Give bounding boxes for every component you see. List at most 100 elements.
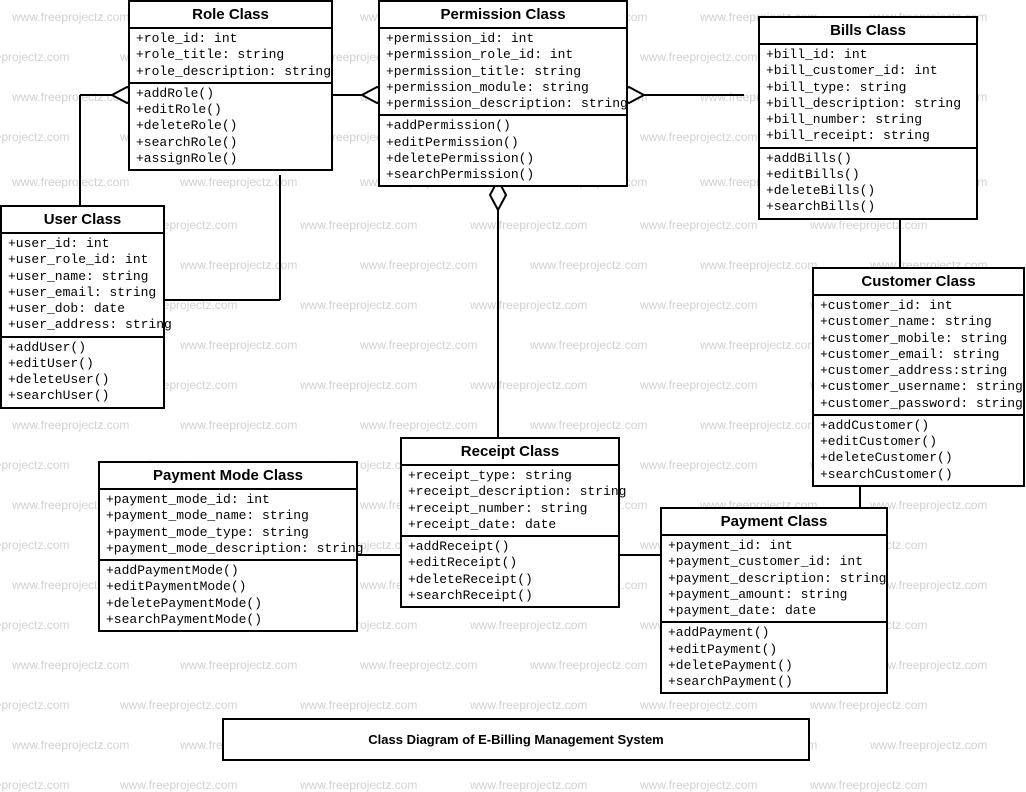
ops-section: +addPayment()+editPayment()+deletePaymen… (662, 623, 886, 692)
uml-class-permission: Permission Class +permission_id: int+per… (378, 0, 628, 187)
class-title: User Class (2, 207, 163, 234)
ops-section: +addBills()+editBills()+deleteBills()+se… (760, 149, 976, 218)
class-member: +customer_id: int (820, 298, 1017, 314)
ops-section: +addRole()+editRole()+deleteRole()+searc… (130, 84, 331, 169)
class-member: +deleteCustomer() (820, 450, 1017, 466)
class-member: +payment_mode_type: string (106, 525, 350, 541)
class-member: +role_description: string (136, 64, 325, 80)
class-member: +user_role_id: int (8, 252, 157, 268)
class-title: Receipt Class (402, 439, 618, 466)
class-member: +bill_number: string (766, 112, 970, 128)
class-member: +editRole() (136, 102, 325, 118)
attr-section: +payment_id: int+payment_customer_id: in… (662, 536, 886, 623)
ops-section: +addUser()+editUser()+deleteUser()+searc… (2, 338, 163, 407)
class-member: +addPermission() (386, 118, 620, 134)
class-member: +permission_id: int (386, 31, 620, 47)
class-member: +role_title: string (136, 47, 325, 63)
class-member: +receipt_description: string (408, 484, 612, 500)
class-member: +editPaymentMode() (106, 579, 350, 595)
uml-class-role: Role Class +role_id: int+role_title: str… (128, 0, 333, 171)
uml-class-payment: Payment Class +payment_id: int+payment_c… (660, 507, 888, 694)
class-member: +addReceipt() (408, 539, 612, 555)
class-member: +addPayment() (668, 625, 880, 641)
attr-section: +receipt_type: string+receipt_descriptio… (402, 466, 618, 537)
class-member: +permission_description: string (386, 96, 620, 112)
class-title: Customer Class (814, 269, 1023, 296)
class-title: Payment Class (662, 509, 886, 536)
class-member: +payment_id: int (668, 538, 880, 554)
class-member: +payment_mode_description: string (106, 541, 350, 557)
class-member: +customer_email: string (820, 347, 1017, 363)
class-member: +deleteBills() (766, 183, 970, 199)
class-member: +payment_description: string (668, 571, 880, 587)
class-member: +assignRole() (136, 151, 325, 167)
class-member: +customer_password: string (820, 396, 1017, 412)
class-member: +user_dob: date (8, 301, 157, 317)
class-title: Role Class (130, 2, 331, 29)
class-member: +permission_title: string (386, 64, 620, 80)
class-member: +payment_mode_name: string (106, 508, 350, 524)
class-member: +customer_username: string (820, 379, 1017, 395)
class-member: +receipt_type: string (408, 468, 612, 484)
class-member: +searchPermission() (386, 167, 620, 183)
ops-section: +addPaymentMode()+editPaymentMode()+dele… (100, 561, 356, 630)
class-member: +permission_role_id: int (386, 47, 620, 63)
attr-section: +user_id: int+user_role_id: int+user_nam… (2, 234, 163, 338)
class-member: +user_email: string (8, 285, 157, 301)
attr-section: +payment_mode_id: int+payment_mode_name:… (100, 490, 356, 561)
class-member: +searchPaymentMode() (106, 612, 350, 628)
class-member: +bill_receipt: string (766, 128, 970, 144)
attr-section: +role_id: int+role_title: string+role_de… (130, 29, 331, 84)
class-member: +addRole() (136, 86, 325, 102)
class-member: +deletePaymentMode() (106, 596, 350, 612)
class-member: +receipt_number: string (408, 501, 612, 517)
uml-class-customer: Customer Class +customer_id: int+custome… (812, 267, 1025, 487)
class-member: +searchReceipt() (408, 588, 612, 604)
class-member: +searchPayment() (668, 674, 880, 690)
class-title: Bills Class (760, 18, 976, 45)
uml-class-bills: Bills Class +bill_id: int+bill_customer_… (758, 16, 978, 220)
class-title: Permission Class (380, 2, 626, 29)
uml-class-user: User Class +user_id: int+user_role_id: i… (0, 205, 165, 409)
class-member: +addCustomer() (820, 418, 1017, 434)
class-member: +bill_type: string (766, 80, 970, 96)
class-member: +editReceipt() (408, 555, 612, 571)
class-member: +bill_id: int (766, 47, 970, 63)
class-member: +permission_module: string (386, 80, 620, 96)
class-member: +payment_amount: string (668, 587, 880, 603)
class-member: +searchUser() (8, 388, 157, 404)
class-member: +user_id: int (8, 236, 157, 252)
class-title: Payment Mode Class (100, 463, 356, 490)
ops-section: +addCustomer()+editCustomer()+deleteCust… (814, 416, 1023, 485)
class-member: +customer_mobile: string (820, 331, 1017, 347)
diagram-title: Class Diagram of E-Billing Management Sy… (222, 718, 810, 761)
attr-section: +bill_id: int+bill_customer_id: int+bill… (760, 45, 976, 149)
class-member: +user_name: string (8, 269, 157, 285)
class-member: +payment_date: date (668, 603, 880, 619)
class-member: +addUser() (8, 340, 157, 356)
attr-section: +customer_id: int+customer_name: string+… (814, 296, 1023, 416)
class-member: +customer_name: string (820, 314, 1017, 330)
attr-section: +permission_id: int+permission_role_id: … (380, 29, 626, 116)
class-member: +deleteReceipt() (408, 572, 612, 588)
class-member: +customer_address:string (820, 363, 1017, 379)
class-member: +bill_description: string (766, 96, 970, 112)
class-member: +payment_mode_id: int (106, 492, 350, 508)
class-member: +deletePermission() (386, 151, 620, 167)
class-member: +bill_customer_id: int (766, 63, 970, 79)
class-member: +editPayment() (668, 642, 880, 658)
class-member: +deleteRole() (136, 118, 325, 134)
class-member: +editCustomer() (820, 434, 1017, 450)
class-member: +editUser() (8, 356, 157, 372)
class-member: +payment_customer_id: int (668, 554, 880, 570)
class-member: +addPaymentMode() (106, 563, 350, 579)
ops-section: +addPermission()+editPermission()+delete… (380, 116, 626, 185)
class-member: +receipt_date: date (408, 517, 612, 533)
class-member: +deletePayment() (668, 658, 880, 674)
class-member: +deleteUser() (8, 372, 157, 388)
class-member: +addBills() (766, 151, 970, 167)
class-member: +searchCustomer() (820, 467, 1017, 483)
class-member: +editPermission() (386, 135, 620, 151)
class-member: +editBills() (766, 167, 970, 183)
class-member: +role_id: int (136, 31, 325, 47)
